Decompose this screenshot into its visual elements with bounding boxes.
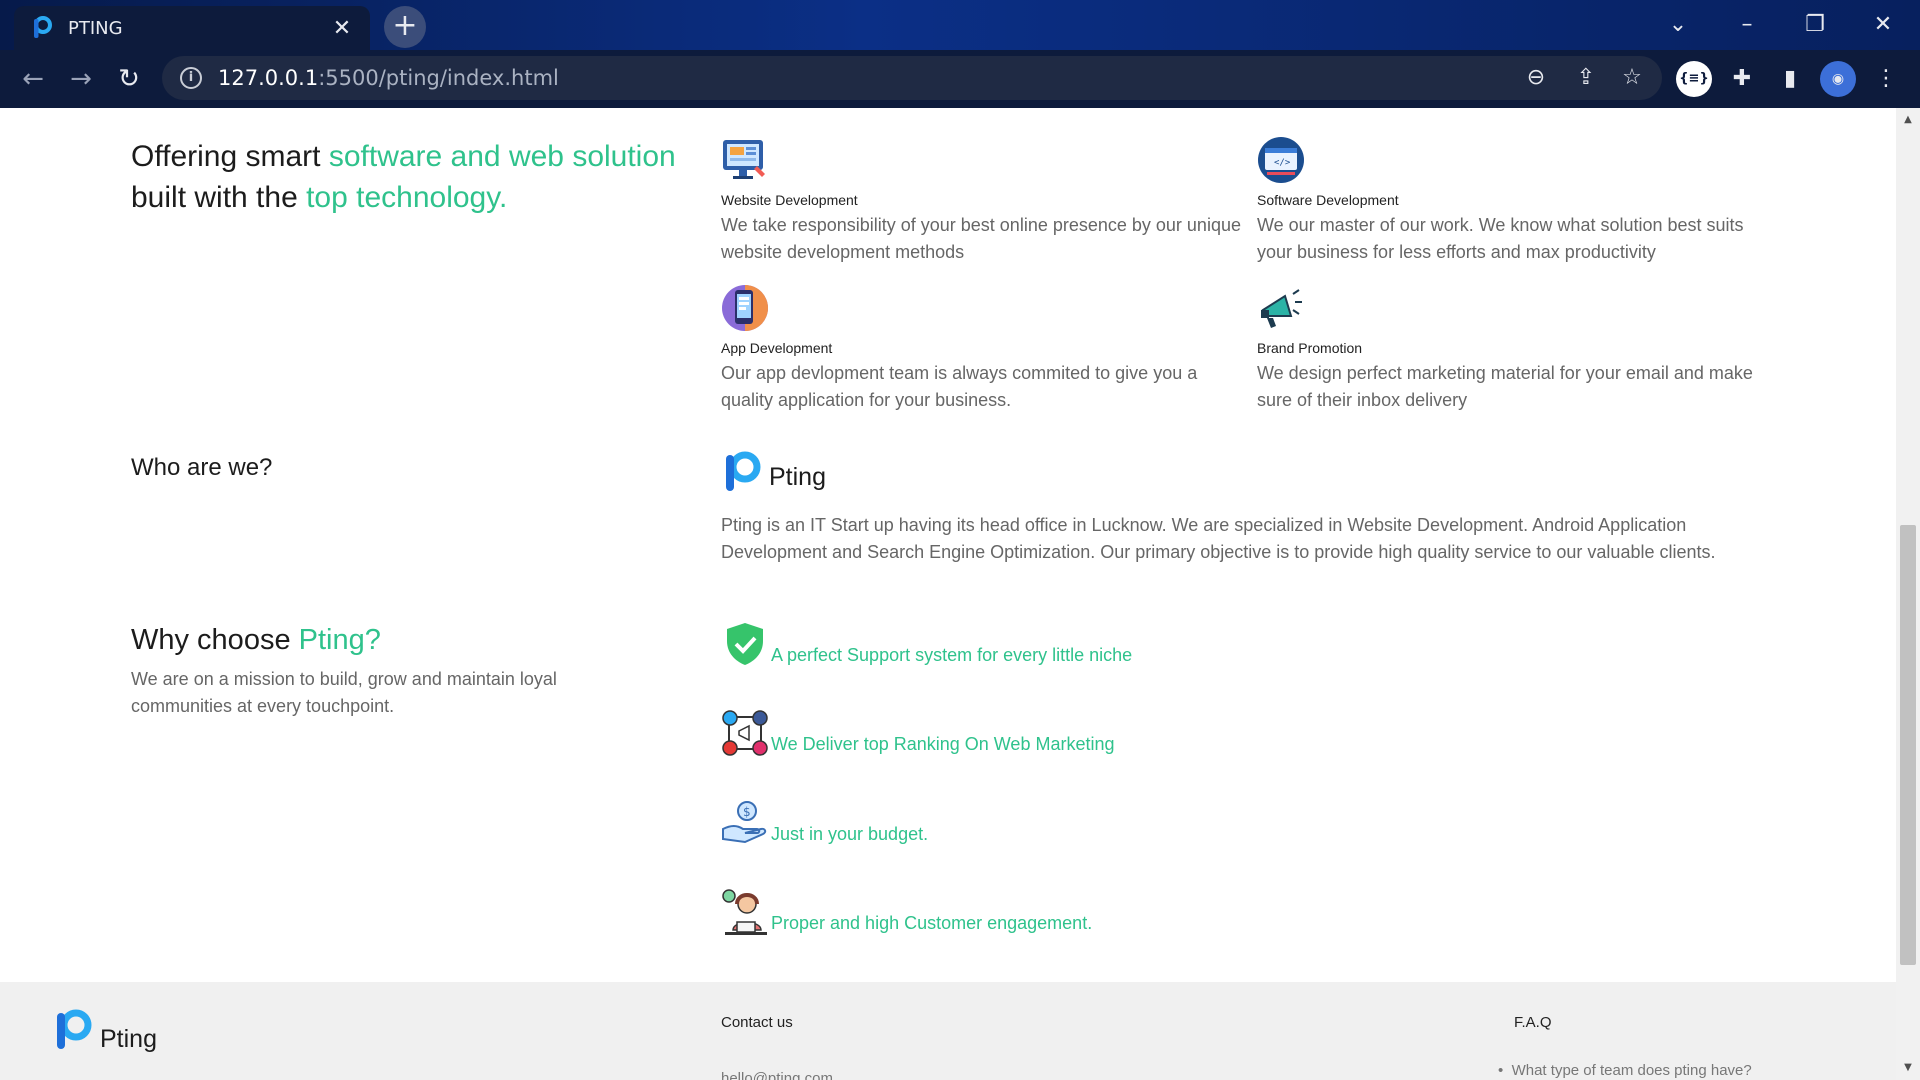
service-brand-promotion: Brand Promotion We design perfect market… <box>1257 284 1777 414</box>
feature-item: $ Just in your budget. <box>721 799 928 847</box>
service-title: Website Development <box>721 192 858 208</box>
service-description: Our app devlopment team is always commit… <box>721 363 1198 410</box>
minimize-icon[interactable]: – <box>1732 10 1762 40</box>
monitor-icon <box>723 140 765 179</box>
tab-close-icon[interactable]: ✕ <box>330 16 354 41</box>
hero-headline: Offering smart software and web solution… <box>131 136 691 218</box>
pting-logo-icon <box>57 1009 92 1049</box>
why-title-accent: Pting? <box>298 624 381 656</box>
hero-line2-prefix: built with the <box>131 181 307 214</box>
address-bar[interactable]: i 127.0.0.1:5500/pting/index.html ⊖ ⇪ ☆ <box>162 56 1662 100</box>
bookmark-star-icon[interactable]: ☆ <box>1618 64 1646 92</box>
browser-toolbar: ← → ↻ i 127.0.0.1:5500/pting/index.html … <box>0 50 1920 108</box>
back-arrow-icon[interactable]: ← <box>16 62 50 96</box>
url-path: :5500/pting/index.html <box>318 66 559 90</box>
footer-faq-item[interactable]: • What type of team does pting have? <box>1498 1062 1752 1079</box>
footer-faq-title: F.A.Q <box>1514 1014 1552 1031</box>
url-host: 127.0.0.1 <box>218 66 319 90</box>
hero-line1-prefix: Offering smart <box>131 140 329 173</box>
svg-text:$: $ <box>743 805 751 819</box>
footer-faq-text: What type of team does pting have? <box>1511 1062 1752 1079</box>
why-choose-title: Why choose Pting? <box>131 624 381 657</box>
browser-tab-active[interactable]: PTING ✕ <box>14 6 370 50</box>
page-scrollbar[interactable]: ▲ ▼ <box>1896 108 1920 1080</box>
reload-icon[interactable]: ↻ <box>112 62 146 96</box>
service-title: Brand Promotion <box>1257 340 1363 356</box>
footer-brand-logo[interactable]: Pting <box>52 1008 157 1053</box>
scroll-thumb[interactable] <box>1900 525 1916 965</box>
megaphone-icon <box>1261 289 1302 328</box>
feature-text: Just in your budget. <box>771 824 929 844</box>
pting-logo-icon <box>726 451 761 491</box>
extension-json-icon[interactable]: {≡} <box>1676 61 1712 97</box>
service-description: We our master of our work. We know what … <box>1257 215 1744 262</box>
why-title-prefix: Why choose <box>131 624 299 656</box>
service-software-development: </> Software Development We our master o… <box>1257 136 1777 266</box>
svg-text:</>: </> <box>1274 158 1291 168</box>
forward-arrow-icon[interactable]: → <box>64 62 98 96</box>
footer-contact-title: Contact us <box>721 1014 793 1031</box>
share-icon[interactable]: ⇪ <box>1572 64 1600 92</box>
side-panel-icon[interactable]: ▮ <box>1772 61 1808 97</box>
new-tab-button[interactable]: + <box>384 6 426 48</box>
footer-brand-name: Pting <box>100 1025 157 1053</box>
extensions-puzzle-icon[interactable]: ✚ <box>1724 61 1760 97</box>
customer-support-icon <box>722 889 767 935</box>
browser-menu-icon[interactable]: ⋮ <box>1868 61 1904 97</box>
about-brand-name: Pting <box>769 463 826 491</box>
service-title: Software Development <box>1257 192 1399 208</box>
shield-check-icon <box>727 623 763 665</box>
service-title: App Development <box>721 340 833 356</box>
social-network-icon <box>722 710 768 756</box>
feature-text: We Deliver top Ranking On Web Marketing <box>771 734 1115 754</box>
zoom-out-icon[interactable]: ⊖ <box>1522 64 1550 92</box>
page-viewport: Offering smart software and web solution… <box>0 108 1920 1080</box>
restore-icon[interactable]: ❐ <box>1800 10 1830 40</box>
chevron-down-icon[interactable]: ⌄ <box>1663 10 1693 40</box>
money-hand-icon: $ <box>722 801 767 844</box>
site-info-icon[interactable]: i <box>180 67 202 89</box>
feature-text: Proper and high Customer engagement. <box>771 913 1093 933</box>
about-brand-logo: Pting <box>721 450 826 494</box>
close-icon[interactable]: ✕ <box>1868 10 1898 40</box>
code-screen-icon: </> <box>1258 137 1304 183</box>
browser-tab-bar: PTING ✕ + ⌄ – ❐ ✕ <box>0 0 1920 50</box>
service-app-development: App Development Our app devlopment team … <box>721 284 1241 414</box>
why-choose-subtitle: We are on a mission to build, grow and m… <box>131 669 557 716</box>
service-description: We design perfect marketing material for… <box>1257 363 1753 410</box>
profile-avatar[interactable]: ◉ <box>1820 61 1856 97</box>
hero-line2-accent: top technology. <box>306 181 508 214</box>
tab-title: PTING <box>68 17 123 39</box>
smartphone-icon <box>722 285 768 331</box>
service-description: We take responsibility of your best onli… <box>721 215 1241 262</box>
service-website-development: Website Development We take responsibili… <box>721 136 1241 266</box>
hero-line1-accent: software and web solution <box>328 140 676 173</box>
site-footer: Pting Contact us hello@pting.com F.A.Q •… <box>0 982 1896 1080</box>
feature-item: A perfect Support system for every littl… <box>721 620 1132 668</box>
footer-contact-email[interactable]: hello@pting.com <box>721 1070 833 1080</box>
feature-text: A perfect Support system for every littl… <box>771 645 1133 665</box>
scroll-up-icon[interactable]: ▲ <box>1900 112 1916 128</box>
feature-item: We Deliver top Ranking On Web Marketing <box>721 709 1115 757</box>
about-description: Pting is an IT Start up having its head … <box>721 515 1716 562</box>
pting-logo-icon <box>34 16 52 38</box>
feature-item: Proper and high Customer engagement. <box>721 888 1092 936</box>
scroll-down-icon[interactable]: ▼ <box>1900 1060 1916 1076</box>
about-heading: Who are we? <box>131 454 273 481</box>
